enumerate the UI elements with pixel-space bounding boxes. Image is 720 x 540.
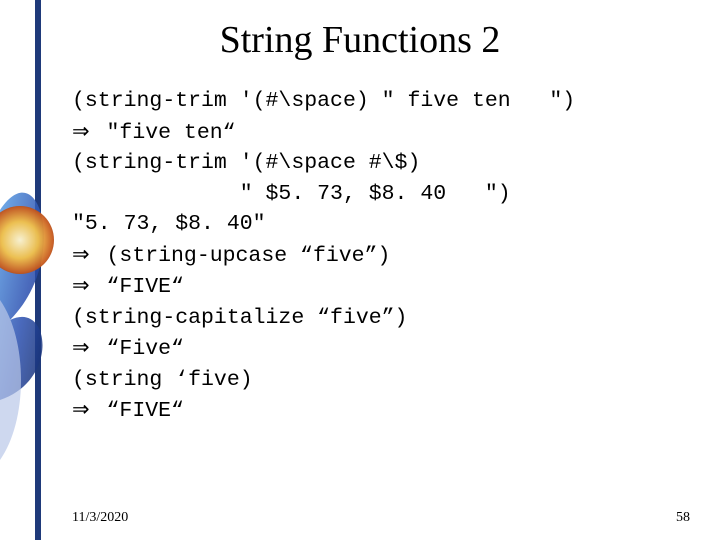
result-arrow-icon: ⇒ [72, 271, 90, 301]
code-line: ⇒ "five ten“ [72, 117, 692, 149]
slide-title: String Functions 2 [0, 18, 720, 62]
code-text: “Five“ [94, 337, 184, 361]
code-line: (string-trim '(#\space #\$) [72, 148, 692, 179]
code-line: (string ‘five) [72, 365, 692, 396]
code-line: "5. 73, $8. 40" [72, 209, 692, 240]
side-decoration [0, 0, 58, 540]
code-line: ⇒ “FIVE“ [72, 271, 692, 303]
result-arrow-icon: ⇒ [72, 240, 90, 270]
code-line: (string-trim '(#\space) " five ten ") [72, 86, 692, 117]
code-text: "five ten“ [94, 121, 236, 145]
code-text: “FIVE“ [94, 275, 184, 299]
footer: 11/3/2020 58 [72, 510, 690, 526]
code-line: ⇒ (string-upcase “five”) [72, 240, 692, 272]
code-line: ⇒ “FIVE“ [72, 395, 692, 427]
code-text: “FIVE“ [94, 399, 184, 423]
code-text: (string-upcase “five”) [94, 244, 391, 268]
footer-page-number: 58 [676, 510, 690, 526]
code-line: (string-capitalize “five”) [72, 303, 692, 334]
code-block: (string-trim '(#\space) " five ten ") ⇒ … [72, 86, 692, 427]
footer-date: 11/3/2020 [72, 510, 128, 526]
slide: String Functions 2 (string-trim '(#\spac… [0, 0, 720, 540]
result-arrow-icon: ⇒ [72, 395, 90, 425]
code-line: ⇒ “Five“ [72, 333, 692, 365]
result-arrow-icon: ⇒ [72, 117, 90, 147]
code-line: " $5. 73, $8. 40 ") [72, 179, 692, 210]
result-arrow-icon: ⇒ [72, 333, 90, 363]
